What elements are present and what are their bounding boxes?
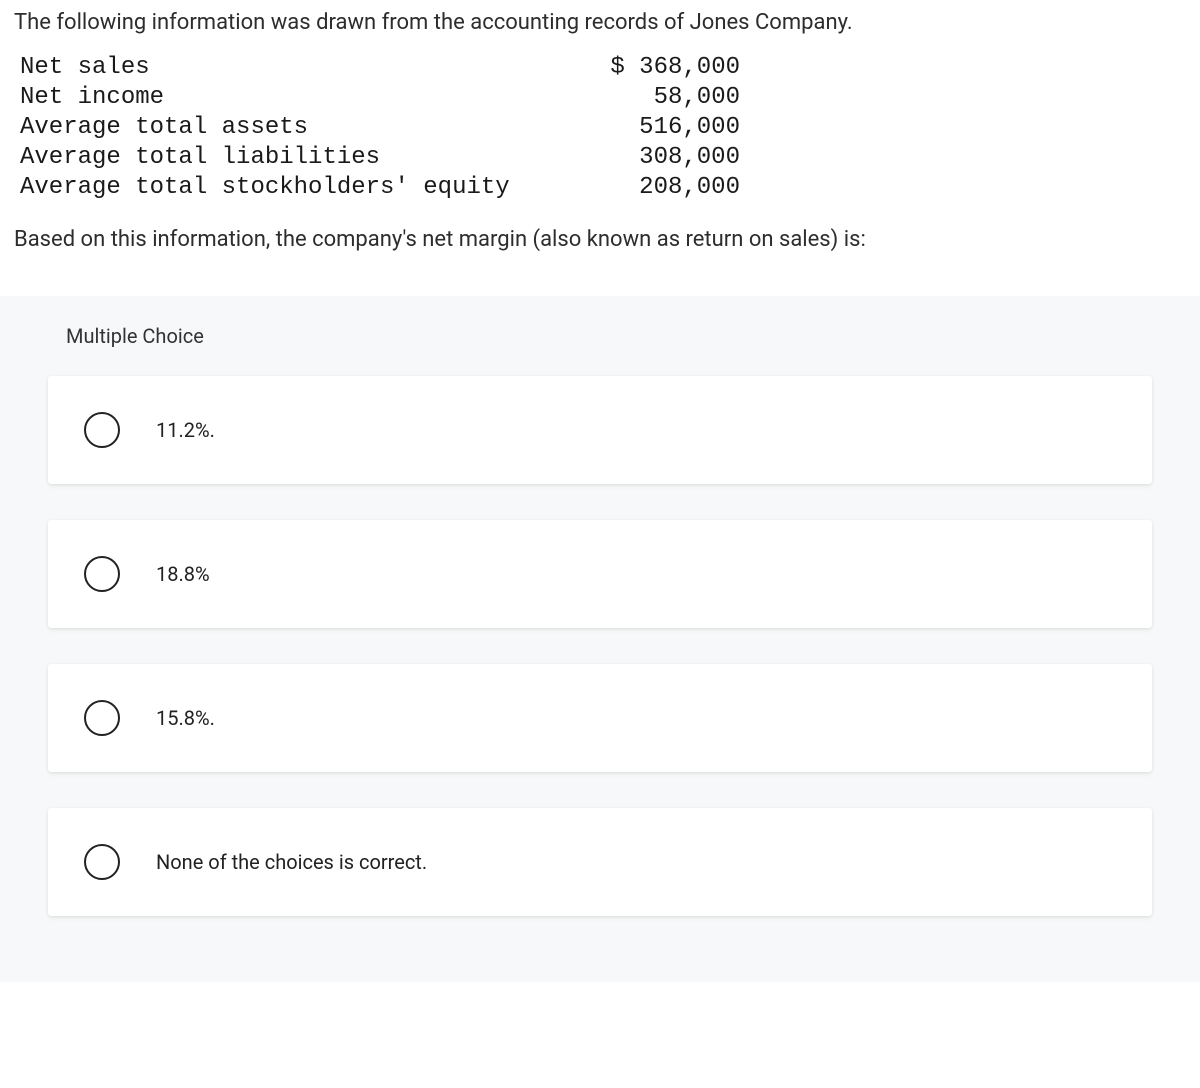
financial-data-table: Net sales $ 368,000 Net income 58,000 Av… (0, 53, 1200, 217)
table-row: Net sales $ 368,000 (20, 53, 1180, 83)
row-label: Net sales (20, 53, 540, 83)
table-row: Average total stockholders' equity 208,0… (20, 173, 1180, 203)
multiple-choice-section: Multiple Choice 11.2%. 18.8% 15.8%. None… (0, 296, 1200, 982)
radio-icon (84, 556, 120, 592)
mc-heading: Multiple Choice (8, 296, 1192, 376)
radio-icon (84, 700, 120, 736)
table-row: Average total assets 516,000 (20, 113, 1180, 143)
question-followup: Based on this information, the company's… (0, 217, 1200, 296)
row-label: Average total assets (20, 113, 540, 143)
question-intro: The following information was drawn from… (0, 0, 1200, 53)
radio-icon (84, 412, 120, 448)
choice-option-3[interactable]: 15.8%. (48, 664, 1152, 772)
row-value: 308,000 (540, 143, 740, 173)
choice-option-2[interactable]: 18.8% (48, 520, 1152, 628)
table-row: Net income 58,000 (20, 83, 1180, 113)
row-value: 516,000 (540, 113, 740, 143)
choice-option-4[interactable]: None of the choices is correct. (48, 808, 1152, 916)
choice-option-1[interactable]: 11.2%. (48, 376, 1152, 484)
choice-label: 15.8%. (156, 706, 215, 730)
choice-label: None of the choices is correct. (156, 850, 427, 874)
row-value: 208,000 (540, 173, 740, 203)
row-label: Net income (20, 83, 540, 113)
choice-label: 11.2%. (156, 418, 215, 442)
radio-icon (84, 844, 120, 880)
row-label: Average total liabilities (20, 143, 540, 173)
choice-label: 18.8% (156, 562, 210, 586)
row-value: 58,000 (540, 83, 740, 113)
table-row: Average total liabilities 308,000 (20, 143, 1180, 173)
row-label: Average total stockholders' equity (20, 173, 540, 203)
row-value: $ 368,000 (540, 53, 740, 83)
